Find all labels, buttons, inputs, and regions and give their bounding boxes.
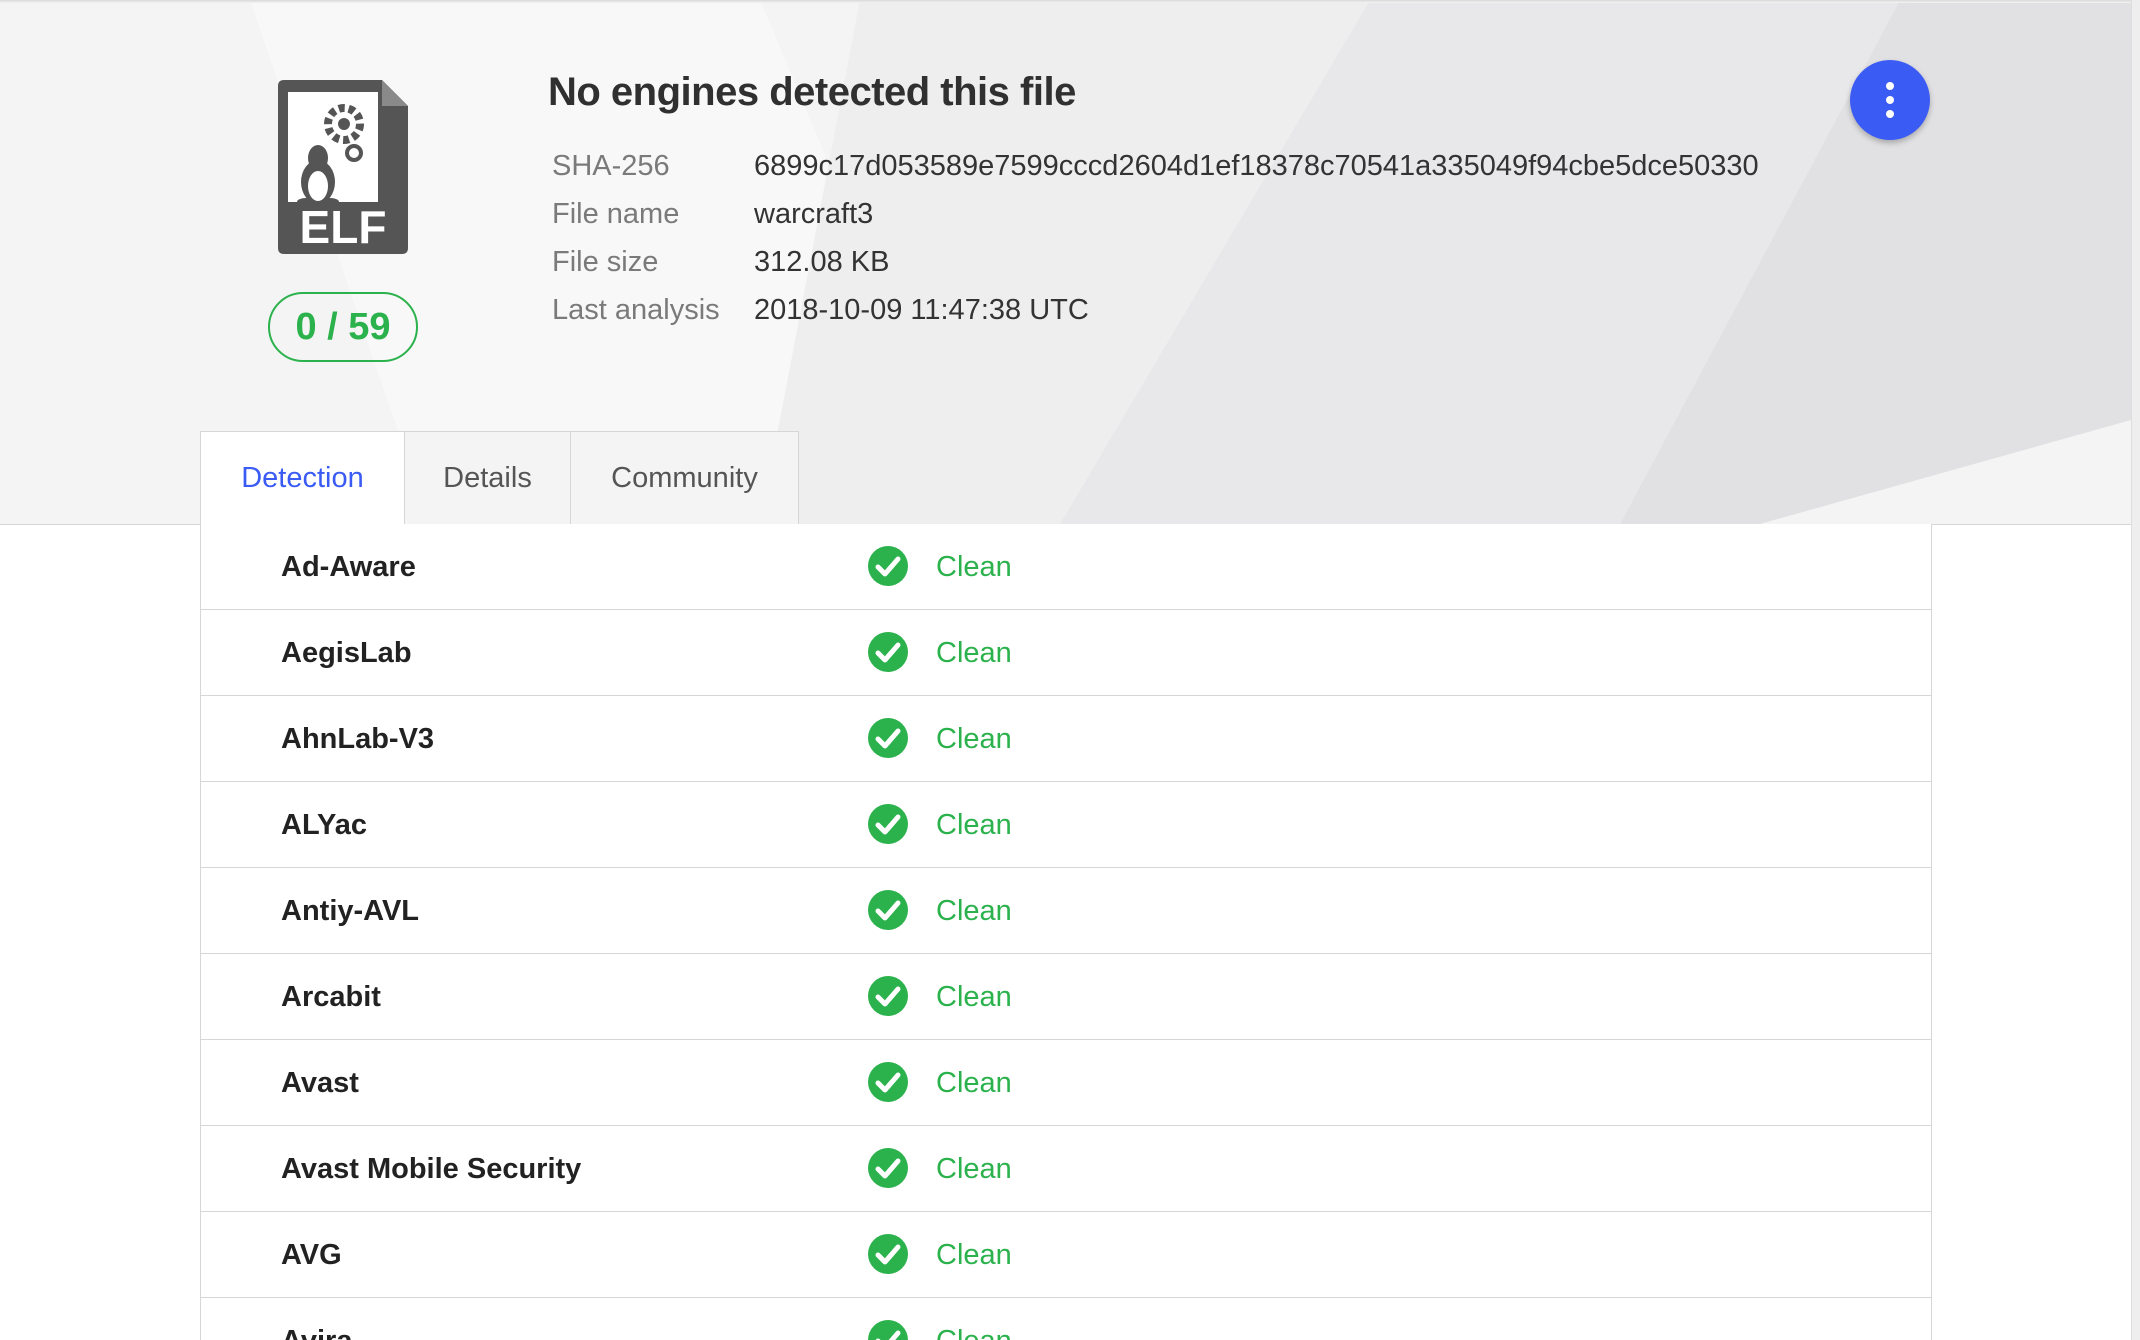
vertical-dots-icon [1886, 96, 1894, 104]
table-row: Arcabit Clean [201, 954, 1931, 1040]
check-circle-icon [868, 1062, 908, 1102]
metadata-row-file-name: File name warcraft3 [552, 194, 1759, 242]
last-analysis-value: 2018-10-09 11:47:38 UTC [754, 294, 1089, 326]
check-circle-icon [868, 1320, 908, 1340]
detection-result: Clean [936, 1239, 1012, 1271]
file-metadata: SHA-256 6899c17d053589e7599cccd2604d1ef18… [552, 146, 1759, 338]
top-shadow [0, 0, 2131, 3]
file-type-label: ELF [300, 201, 387, 253]
engine-name: Avast Mobile Security [281, 1153, 582, 1185]
table-row: Avast Mobile Security Clean [201, 1126, 1931, 1212]
detection-result: Clean [936, 1067, 1012, 1099]
table-row: AhnLab-V3 Clean [201, 696, 1931, 782]
file-size-value: 312.08 KB [754, 246, 890, 278]
tab-details[interactable]: Details [405, 431, 571, 525]
engine-name: AVG [281, 1239, 342, 1271]
check-circle-icon [868, 1234, 908, 1274]
engine-name: Arcabit [281, 981, 381, 1013]
table-row: Ad-Aware Clean [201, 524, 1931, 610]
table-row: AVG Clean [201, 1212, 1931, 1298]
metadata-label: File size [552, 246, 659, 278]
vertical-dots-icon [1886, 82, 1894, 90]
detection-table: Ad-Aware Clean AegisLab Clean AhnLab-V3 … [200, 524, 1932, 1340]
check-circle-icon [868, 1148, 908, 1188]
table-row: ALYac Clean [201, 782, 1931, 868]
detection-result: Clean [936, 981, 1012, 1013]
tab-community[interactable]: Community [571, 431, 799, 525]
detection-result: Clean [936, 809, 1012, 841]
detection-result: Clean [936, 895, 1012, 927]
engine-name: ALYac [281, 809, 367, 841]
check-circle-icon [868, 632, 908, 672]
table-row: AegisLab Clean [201, 610, 1931, 696]
file-name-value: warcraft3 [754, 198, 874, 230]
engine-name: AhnLab-V3 [281, 723, 435, 755]
table-row: Avast Clean [201, 1040, 1931, 1126]
detection-result: Clean [936, 551, 1012, 583]
detection-result: Clean [936, 637, 1012, 669]
page-title: No engines detected this file [548, 70, 1076, 114]
check-circle-icon [868, 890, 908, 930]
metadata-label: Last analysis [552, 294, 720, 326]
check-circle-icon [868, 546, 908, 586]
detection-result: Clean [936, 1153, 1012, 1185]
detection-result: Clean [936, 1298, 1012, 1340]
report-tabs: Detection Details Community [200, 431, 799, 527]
scrollbar-track[interactable] [2131, 0, 2140, 1340]
metadata-row-last-analysis: Last analysis 2018-10-09 11:47:38 UTC [552, 290, 1759, 338]
check-circle-icon [868, 718, 908, 758]
vertical-dots-icon [1886, 110, 1894, 118]
table-row: Avira Clean [201, 1298, 1931, 1340]
sha256-value: 6899c17d053589e7599cccd2604d1ef18378c705… [754, 150, 1759, 182]
engine-name: AegisLab [281, 637, 412, 669]
detection-score-badge: 0 / 59 [268, 292, 418, 362]
engine-name: Antiy-AVL [281, 895, 420, 927]
table-row: Antiy-AVL Clean [201, 868, 1931, 954]
metadata-label: SHA-256 [552, 150, 670, 182]
elf-file-icon: ELF [278, 78, 410, 256]
metadata-row-sha256: SHA-256 6899c17d053589e7599cccd2604d1ef18… [552, 146, 1759, 194]
metadata-label: File name [552, 198, 680, 230]
metadata-row-file-size: File size 312.08 KB [552, 242, 1759, 290]
tab-detection[interactable]: Detection [200, 431, 405, 527]
check-circle-icon [868, 804, 908, 844]
engine-name: Avira [281, 1298, 352, 1340]
more-options-button[interactable] [1850, 60, 1930, 140]
engine-name: Avast [281, 1067, 359, 1099]
engine-name: Ad-Aware [281, 551, 416, 583]
check-circle-icon [868, 976, 908, 1016]
detection-result: Clean [936, 723, 1012, 755]
